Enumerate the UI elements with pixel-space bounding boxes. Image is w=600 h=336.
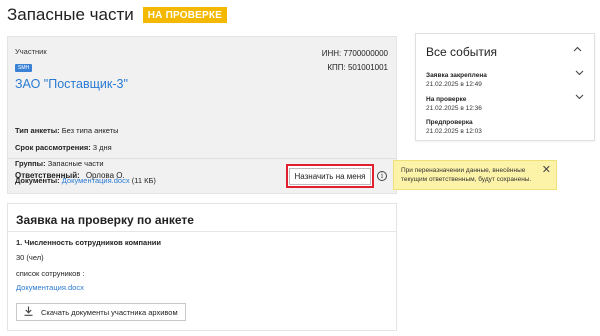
responsible-row: Ответственный: Орлова О. [15,171,125,180]
download-archive-button[interactable]: Скачать документы участника архивом [16,303,186,321]
review-period-row: Срок рассмотрения: 3 дня [15,140,156,157]
company-ids: ИНН: 7700000000 КПП: 501001001 [322,47,388,75]
event-date: 21.02.2025 в 12:03 [426,127,482,135]
review-title: Заявка на проверку по анкете [16,213,194,227]
review-divider [8,231,396,232]
chevron-up-icon[interactable] [573,44,582,54]
download-icon [24,306,33,318]
event-item[interactable]: Заявка закреплена 21.02.2025 в 12:49 [426,69,584,89]
status-badge: НА ПРОВЕРКЕ [142,7,228,23]
event-item[interactable]: На проверке 21.02.2025 в 12:36 [426,93,584,113]
info-icon[interactable]: i [377,171,387,181]
questionnaire-type-value: Без типа анкеты [61,126,119,135]
assign-to-me-button[interactable]: Назначить на меня [286,164,374,188]
event-date: 21.02.2025 в 12:36 [426,104,482,112]
question-title: 1. Численность сотрудников компании [16,238,161,247]
company-name-link[interactable]: ЗАО "Поставщик-3" [15,77,388,91]
questionnaire-type-row: Тип анкеты: Без типа анкеты [15,123,156,140]
review-period-value: 3 дня [92,142,112,152]
events-title: Все события [426,45,498,59]
tooltip-text: При переназначении данные, внесённые тек… [401,167,532,183]
assign-to-me-label: Назначить на меня [288,167,372,185]
event-title: На проверке [426,96,467,103]
chevron-down-icon[interactable] [575,93,584,102]
close-icon[interactable]: ✕ [542,165,551,176]
events-panel: Все события Заявка закреплена 21.02.2025… [415,33,595,141]
groups-label: Группы: [15,159,46,168]
page-title: Запасные части [7,5,134,24]
event-item: Предпроверка 21.02.2025 в 12:03 [426,119,584,136]
page-header: Запасные части НА ПРОВЕРКЕ [7,4,228,26]
event-title: Предпроверка [426,119,473,126]
attachment-link[interactable]: Документация.docx [16,283,84,292]
questionnaire-type-label: Тип анкеты: [15,126,60,135]
card-divider [8,158,396,159]
kpp-value: КПП: 501001001 [327,63,388,72]
employee-list-label: список сотрунико­в : [16,269,85,278]
review-period-label: Срок рассмотрения: [15,142,91,152]
smb-tag: SMH [15,64,33,72]
responsible-value: Орлова О. [85,171,125,180]
review-section: Заявка на проверку по анкете 1. Численно… [7,203,397,331]
question-answer: 30 (чел) [16,253,44,262]
responsible-label: Ответственный: [15,171,80,180]
chevron-down-icon[interactable] [575,69,584,78]
download-archive-label: Скачать документы участника архивом [41,307,178,317]
event-date: 21.02.2025 в 12:49 [426,80,482,88]
groups-value: Запасные части [47,159,104,168]
documents-size: (11 КБ) [131,175,156,185]
reassign-tooltip: При переназначении данные, внесённые тек… [393,160,557,190]
inn-value: ИНН: 7700000000 [321,49,388,58]
event-title: Заявка закреплена [426,72,487,79]
